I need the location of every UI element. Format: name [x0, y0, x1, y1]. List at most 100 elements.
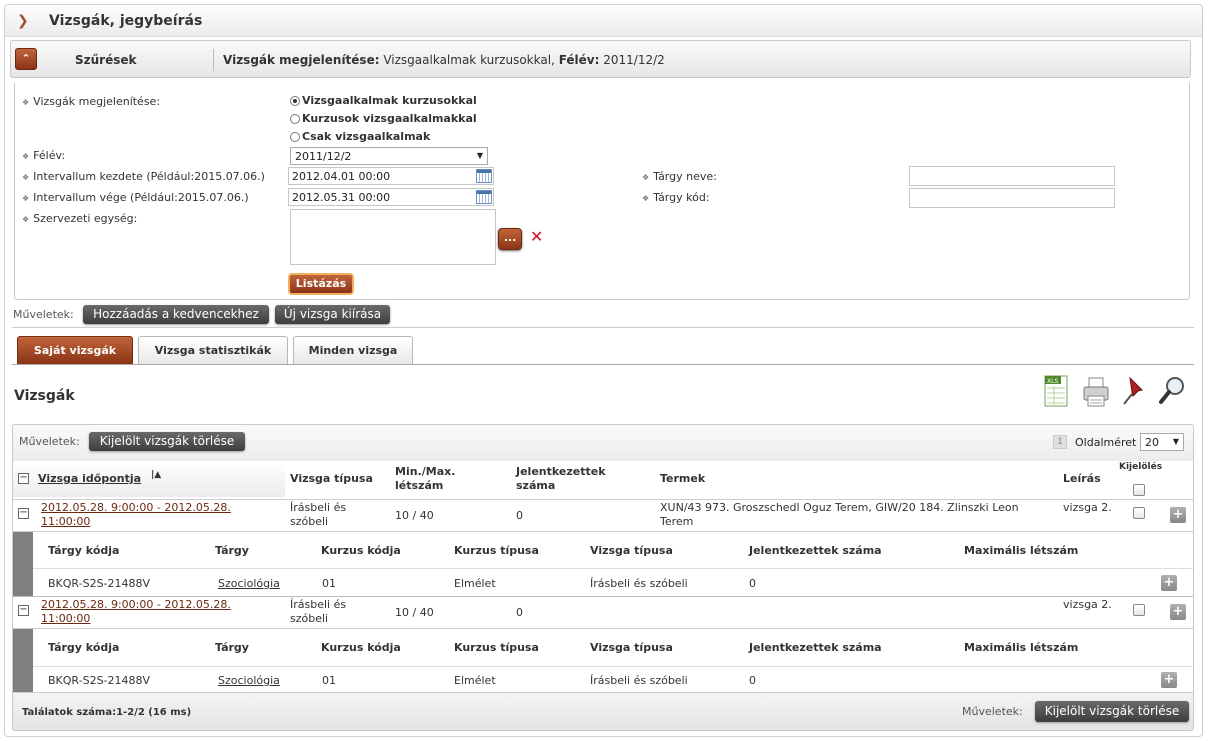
sort-asc-icon[interactable]: |▲ — [151, 468, 161, 482]
row-checkbox[interactable] — [1133, 507, 1145, 519]
end-date-input[interactable]: 2012.05.31 00:00 — [288, 188, 494, 206]
plus-icon[interactable]: + — [1170, 507, 1186, 523]
page-header: ❯ Vizsgák, jegybeírás — [5, 5, 1202, 37]
dropdown-arrow-icon: ▼ — [476, 151, 483, 160]
semester-label: Félév: — [22, 149, 65, 162]
tab-all-exams[interactable]: Minden vizsga — [293, 336, 413, 364]
org-select-button[interactable]: ... — [498, 228, 522, 250]
svg-text:XLS: XLS — [1047, 378, 1058, 385]
start-date-input[interactable]: 2012.04.01 00:00 — [288, 167, 494, 185]
radio-option-2[interactable]: Kurzusok vizsgaalkalmakkal — [290, 112, 477, 125]
plus-icon[interactable]: + — [1161, 575, 1177, 591]
sub-col-course-code: Kurzus kódja — [321, 641, 401, 654]
tab-underline — [12, 364, 1194, 365]
radio-icon[interactable] — [290, 113, 300, 124]
exams-grid: Műveletek: Kijelölt vizsgák törlése 1 Ol… — [12, 424, 1194, 731]
subject-code-input[interactable] — [909, 188, 1115, 208]
page-size-select[interactable]: 20 ▼ — [1140, 433, 1184, 451]
radio-icon[interactable] — [290, 131, 300, 142]
calendar-icon[interactable] — [476, 169, 492, 183]
exam-minmax: 10 / 40 — [395, 606, 434, 619]
exam-datetime-link[interactable]: 2012.05.28. 9:00:00 - 2012.05.28. 11:00:… — [41, 598, 261, 626]
subtable-bar — [13, 628, 33, 694]
results-count: Találatok száma:1-2/2 (16 ms) — [22, 707, 192, 718]
collapse-row-icon[interactable]: − — [18, 508, 29, 519]
col-type[interactable]: Vizsga típusa — [290, 472, 373, 486]
col-desc[interactable]: Leírás — [1063, 472, 1101, 486]
summary-value: Vizsgaalkalmak kurzusokkal, — [383, 53, 555, 67]
tab-own-exams[interactable]: Saját vizsgák — [17, 336, 133, 364]
sub-header-divider — [33, 666, 1193, 667]
plus-icon[interactable]: + — [1170, 604, 1186, 620]
filter-bar: ⌃ Szűrések Vizsgák megjelenítése: Vizsga… — [10, 40, 1191, 78]
double-chevron-up-icon[interactable]: ⌃ — [15, 48, 37, 70]
sub-col-max: Maximális létszám — [964, 544, 1079, 557]
select-all-checkbox[interactable] — [1133, 484, 1145, 496]
add-favorites-button[interactable]: Hozzáadás a kedvencekhez — [83, 305, 269, 324]
dropdown-arrow-icon: ▼ — [1172, 437, 1179, 446]
clear-icon[interactable]: ✕ — [530, 227, 543, 246]
row-divider — [13, 596, 1193, 597]
sub-col-applied: Jelentkezettek száma — [749, 544, 882, 557]
sub-col-exam-type: Vizsga típusa — [590, 641, 673, 654]
filter-label: Szűrések — [75, 53, 137, 67]
exam-minmax: 10 / 40 — [395, 509, 434, 522]
row-checkbox[interactable] — [1133, 604, 1145, 616]
sub-col-course-code: Kurzus kódja — [321, 544, 401, 557]
footer-delete-button[interactable]: Kijelölt vizsgák törlése — [1035, 701, 1189, 722]
filter-separator — [213, 49, 214, 71]
sub-code: BKQR-S2S-21488V — [48, 674, 151, 687]
sub-header-divider — [33, 568, 1193, 569]
exam-applied: 0 — [516, 509, 523, 522]
exam-applied: 0 — [516, 606, 523, 619]
display-label: Vizsgák megjelenítése: — [22, 95, 160, 108]
radio-option-3[interactable]: Csak vizsgaalkalmak — [290, 130, 430, 143]
subject-name-label: Tárgy neve: — [642, 170, 717, 183]
actions-label: Műveletek: — [13, 308, 74, 321]
print-icon[interactable] — [1082, 374, 1110, 410]
sub-col-course-type: Kurzus típusa — [454, 641, 539, 654]
pin-icon[interactable] — [1120, 374, 1148, 410]
summary-prefix: Vizsgák megjelenítése: — [223, 53, 380, 67]
semester-select[interactable]: 2011/12/2 ▼ — [290, 147, 488, 165]
chevron-right-icon: ❯ — [17, 13, 29, 29]
col-minmax[interactable]: Min./Max. létszám — [395, 465, 475, 493]
end-label: Intervallum vége (Például:2015.07.06.) — [22, 191, 248, 204]
start-label: Intervallum kezdete (Például:2015.07.06.… — [22, 170, 265, 183]
xls-export-icon[interactable]: XLS — [1042, 374, 1070, 410]
sub-course-type: Elmélet — [454, 577, 496, 590]
divider — [12, 327, 1194, 328]
delete-selected-button[interactable]: Kijelölt vizsgák törlése — [89, 432, 245, 451]
header-divider — [13, 499, 1193, 500]
sub-col-applied: Jelentkezettek száma — [749, 641, 882, 654]
sub-col-exam-type: Vizsga típusa — [590, 544, 673, 557]
collapse-row-icon[interactable]: − — [18, 605, 29, 616]
page-number[interactable]: 1 — [1053, 435, 1067, 449]
sub-subject-link[interactable]: Szociológia — [218, 577, 280, 590]
exam-type: Írásbeli és szóbeli — [290, 598, 347, 625]
search-zoom-icon[interactable] — [1158, 374, 1186, 410]
filter-summary: Vizsgák megjelenítése: Vizsgaalkalmak ku… — [223, 53, 665, 67]
section-title: Vizsgák — [14, 388, 75, 404]
calendar-icon[interactable] — [476, 190, 492, 204]
exam-datetime-link[interactable]: 2012.05.28. 9:00:00 - 2012.05.28. 11:00:… — [41, 501, 261, 529]
sub-code: BKQR-S2S-21488V — [48, 577, 151, 590]
page-size-label: Oldalméret — [1075, 436, 1137, 449]
collapse-all-icon[interactable]: − — [18, 473, 29, 484]
org-label: Szervezeti egység: — [22, 212, 137, 225]
plus-icon[interactable]: + — [1161, 672, 1177, 688]
tab-exam-statistics[interactable]: Vizsga statisztikák — [138, 336, 288, 364]
summary-sem-value: 2011/12/2 — [603, 53, 665, 67]
new-exam-button[interactable]: Új vizsga kiírása — [275, 305, 390, 324]
list-button[interactable]: Listázás — [288, 273, 354, 295]
col-datetime[interactable]: Vizsga időpontja — [38, 472, 141, 486]
subject-name-input[interactable] — [909, 166, 1115, 186]
col-rooms[interactable]: Termek — [660, 472, 705, 486]
sub-course-code: 01 — [322, 577, 336, 590]
sub-subject-link[interactable]: Szociológia — [218, 674, 280, 687]
radio-icon[interactable] — [290, 95, 300, 106]
subtable-bar — [13, 531, 33, 597]
col-applied[interactable]: Jelentkezettek száma — [516, 465, 626, 493]
org-unit-box[interactable] — [290, 209, 496, 265]
radio-option-1[interactable]: Vizsgaalkalmak kurzusokkal — [290, 94, 477, 107]
